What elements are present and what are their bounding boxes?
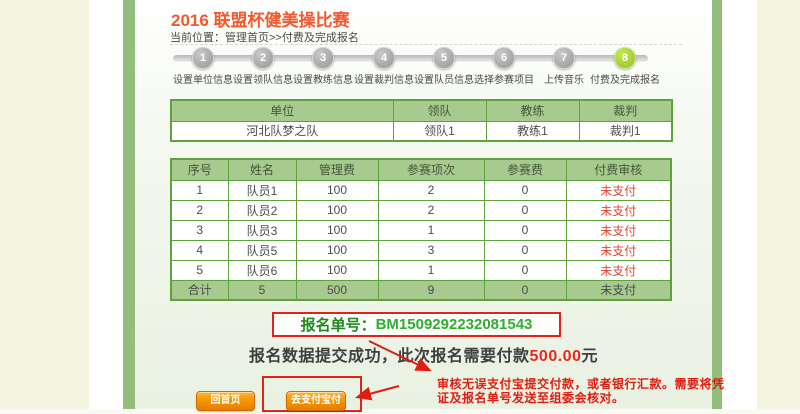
cell-total-mgmt-fee: 500 bbox=[296, 280, 378, 300]
cell-judge-name: 裁判1 bbox=[579, 121, 672, 141]
cell: 队员3 bbox=[228, 220, 296, 240]
col-mgmt-fee: 管理费 bbox=[296, 159, 378, 180]
cell: 100 bbox=[296, 200, 378, 220]
cell-total-events: 9 bbox=[378, 280, 484, 300]
fee-table-row: 1 队员1 100 2 0 未支付 bbox=[171, 180, 671, 200]
cell-leader-name: 领队1 bbox=[393, 121, 486, 141]
cell: 队员1 bbox=[228, 180, 296, 200]
step-circle-5[interactable]: 5 bbox=[433, 47, 455, 69]
cell-unpaid-status: 未支付 bbox=[566, 180, 671, 200]
cell-unit-name: 河北队梦之队 bbox=[171, 121, 393, 141]
cell-unpaid-status: 未支付 bbox=[566, 220, 671, 240]
cell: 2 bbox=[378, 200, 484, 220]
step-circle-7[interactable]: 7 bbox=[553, 47, 575, 69]
col-pay-status: 付费审核 bbox=[566, 159, 671, 180]
cell: 100 bbox=[296, 240, 378, 260]
right-green-bar bbox=[712, 0, 722, 409]
home-button[interactable]: 回首页 bbox=[196, 391, 255, 411]
cell: 1 bbox=[171, 180, 228, 200]
page-title: 2016 联盟杯健美操比赛 bbox=[171, 6, 350, 31]
payment-instruction-note: 审核无误支付宝提交付款，或者银行汇款。需要将凭 证及报名单号发送至组委会核对。 bbox=[437, 377, 727, 405]
cell: 4 bbox=[171, 240, 228, 260]
cell: 1 bbox=[378, 260, 484, 280]
note-line-1: 审核无误支付宝提交付款，或者银行汇款。需要将凭 bbox=[437, 377, 727, 391]
cell: 0 bbox=[484, 240, 566, 260]
breadcrumb-divider bbox=[170, 44, 682, 45]
step-circle-1[interactable]: 1 bbox=[192, 47, 214, 69]
col-index: 序号 bbox=[171, 159, 228, 180]
cell-unpaid-status: 未支付 bbox=[566, 260, 671, 280]
payment-amount: 500.00 bbox=[530, 348, 582, 365]
step-circle-4[interactable]: 4 bbox=[373, 47, 395, 69]
fee-table: 序号 姓名 管理费 参赛项次 参赛费 付费审核 1 队员1 100 2 0 未支… bbox=[170, 158, 672, 301]
right-white-strip bbox=[722, 0, 757, 409]
col-unit: 单位 bbox=[171, 100, 393, 121]
order-number-box: 报名单号：BM1509292232081543 bbox=[272, 312, 561, 337]
cell: 0 bbox=[484, 180, 566, 200]
order-number-label: 报名单号： bbox=[301, 314, 376, 335]
cell-unpaid-status: 未支付 bbox=[566, 280, 671, 300]
cell: 队员6 bbox=[228, 260, 296, 280]
cell: 1 bbox=[378, 220, 484, 240]
team-table-row: 河北队梦之队 领队1 教练1 裁判1 bbox=[171, 121, 672, 141]
col-coach: 教练 bbox=[486, 100, 579, 121]
cell: 5 bbox=[171, 260, 228, 280]
cell: 2 bbox=[378, 180, 484, 200]
col-event-count: 参赛项次 bbox=[378, 159, 484, 180]
bottom-strip bbox=[0, 409, 800, 414]
cell-unpaid-status: 未支付 bbox=[566, 200, 671, 220]
cell-total-count: 5 bbox=[228, 280, 296, 300]
step-circle-3[interactable]: 3 bbox=[312, 47, 334, 69]
fee-table-row: 4 队员5 100 3 0 未支付 bbox=[171, 240, 671, 260]
cell: 2 bbox=[171, 200, 228, 220]
cell: 3 bbox=[171, 220, 228, 240]
step-label-pay-finish: 付费及完成报名 bbox=[570, 71, 680, 86]
breadcrumb: 当前位置：管理首页>>付费及完成报名 bbox=[170, 29, 359, 45]
cell: 100 bbox=[296, 180, 378, 200]
note-line-2: 证及报名单号发送至组委会核对。 bbox=[437, 391, 727, 405]
result-text: 报名数据提交成功，此次报名需要付款 bbox=[249, 348, 530, 365]
fee-table-row: 2 队员2 100 2 0 未支付 bbox=[171, 200, 671, 220]
fee-table-row: 5 队员6 100 1 0 未支付 bbox=[171, 260, 671, 280]
step-circle-6[interactable]: 6 bbox=[493, 47, 515, 69]
col-judge: 裁判 bbox=[579, 100, 672, 121]
cell: 队员5 bbox=[228, 240, 296, 260]
cell-total-label: 合计 bbox=[171, 280, 228, 300]
fee-table-total-row: 合计 5 500 9 0 未支付 bbox=[171, 280, 671, 300]
cell: 100 bbox=[296, 220, 378, 240]
col-leader: 领队 bbox=[393, 100, 486, 121]
left-white-strip bbox=[89, 0, 123, 409]
team-table-header-row: 单位 领队 教练 裁判 bbox=[171, 100, 672, 121]
cell-total-entry-fee: 0 bbox=[484, 280, 566, 300]
alipay-pay-button[interactable]: 去支付宝付款 bbox=[286, 391, 346, 411]
fee-table-header-row: 序号 姓名 管理费 参赛项次 参赛费 付费审核 bbox=[171, 159, 671, 180]
cell-coach-name: 教练1 bbox=[486, 121, 579, 141]
cell: 0 bbox=[484, 220, 566, 240]
cell: 0 bbox=[484, 200, 566, 220]
order-number-value: BM1509292232081543 bbox=[376, 316, 533, 333]
cell: 100 bbox=[296, 260, 378, 280]
fee-table-row: 3 队员3 100 1 0 未支付 bbox=[171, 220, 671, 240]
stepper-track bbox=[173, 55, 648, 62]
submit-result-message: 报名数据提交成功，此次报名需要付款500.00元 bbox=[135, 342, 712, 366]
left-green-bar bbox=[123, 0, 135, 409]
step-circle-2[interactable]: 2 bbox=[252, 47, 274, 69]
cell-unpaid-status: 未支付 bbox=[566, 240, 671, 260]
result-unit: 元 bbox=[581, 348, 598, 365]
step-circle-8-active[interactable]: 8 bbox=[614, 47, 636, 69]
cell: 0 bbox=[484, 260, 566, 280]
col-name: 姓名 bbox=[228, 159, 296, 180]
col-entry-fee: 参赛费 bbox=[484, 159, 566, 180]
team-table: 单位 领队 教练 裁判 河北队梦之队 领队1 教练1 裁判1 bbox=[170, 99, 673, 142]
registration-page: 2016 联盟杯健美操比赛 当前位置：管理首页>>付费及完成报名 1 2 3 4… bbox=[0, 0, 800, 414]
cell: 队员2 bbox=[228, 200, 296, 220]
cell: 3 bbox=[378, 240, 484, 260]
